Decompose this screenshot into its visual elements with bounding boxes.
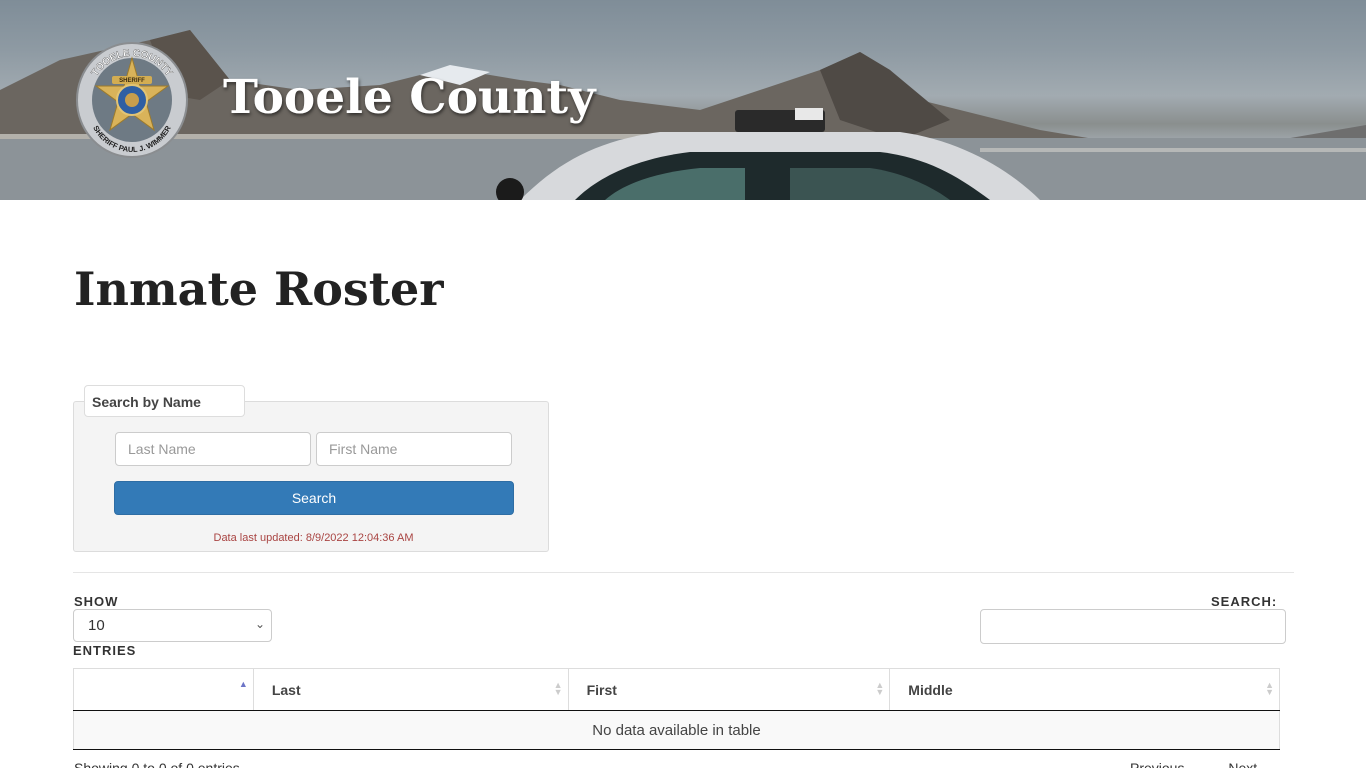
sheriff-badge-logo: SHERIFF TOOELE COUNTY SHERIFF PAUL J. WI… [76, 42, 188, 158]
sort-ascending-icon: ▲ [238, 679, 248, 689]
section-divider [73, 572, 1294, 573]
banner-landscape-image [0, 30, 1366, 200]
first-name-input[interactable] [316, 432, 512, 466]
last-name-input[interactable] [115, 432, 311, 466]
last-updated-text: Data last updated: 8/9/2022 12:04:36 AM [213, 532, 414, 544]
table-search-input[interactable] [980, 609, 1286, 644]
table-search-label: SEARCH: [1211, 594, 1278, 609]
page-length-select[interactable]: 10 [73, 609, 272, 642]
site-title[interactable]: Tooele County [223, 70, 595, 125]
empty-table-message: No data available in table [73, 710, 1280, 750]
sort-both-icon: ▲ ▼ [1265, 680, 1274, 697]
table-info: Showing 0 to 0 of 0 entries [74, 760, 240, 768]
inmate-table: ▲ Last ▲ ▼ First ▲ ▼ Middle ▲ ▼ No data ava… [73, 668, 1280, 750]
search-button[interactable]: Search [114, 481, 514, 515]
pagination: Previous Next [1130, 760, 1257, 768]
entries-label: ENTRIES [73, 643, 137, 658]
next-page-button[interactable]: Next [1228, 760, 1257, 768]
column-header-photo[interactable]: ▲ [73, 668, 254, 711]
search-by-name-panel [73, 401, 549, 552]
sort-both-icon: ▲ ▼ [553, 680, 563, 697]
table-header-row: ▲ Last ▲ ▼ First ▲ ▼ Middle ▲ ▼ [73, 668, 1280, 711]
header-banner: SHERIFF TOOELE COUNTY SHERIFF PAUL J. WI… [0, 0, 1366, 200]
column-label-first: First [586, 681, 617, 698]
column-header-first[interactable]: First ▲ ▼ [567, 668, 891, 711]
previous-page-button[interactable]: Previous [1130, 760, 1184, 768]
table-row: No data available in table [73, 710, 1280, 750]
column-label-last: Last [271, 681, 301, 698]
column-header-middle[interactable]: Middle ▲ ▼ [889, 668, 1280, 711]
sort-both-icon: ▲ ▼ [875, 680, 885, 697]
svg-text:SHERIFF: SHERIFF [119, 78, 145, 84]
column-header-last[interactable]: Last ▲ ▼ [252, 668, 569, 711]
page-title: Inmate Roster [74, 262, 444, 316]
show-label: SHOW [74, 594, 119, 609]
search-panel-legend: Search by Name [84, 385, 245, 417]
column-label-middle: Middle [908, 681, 953, 698]
